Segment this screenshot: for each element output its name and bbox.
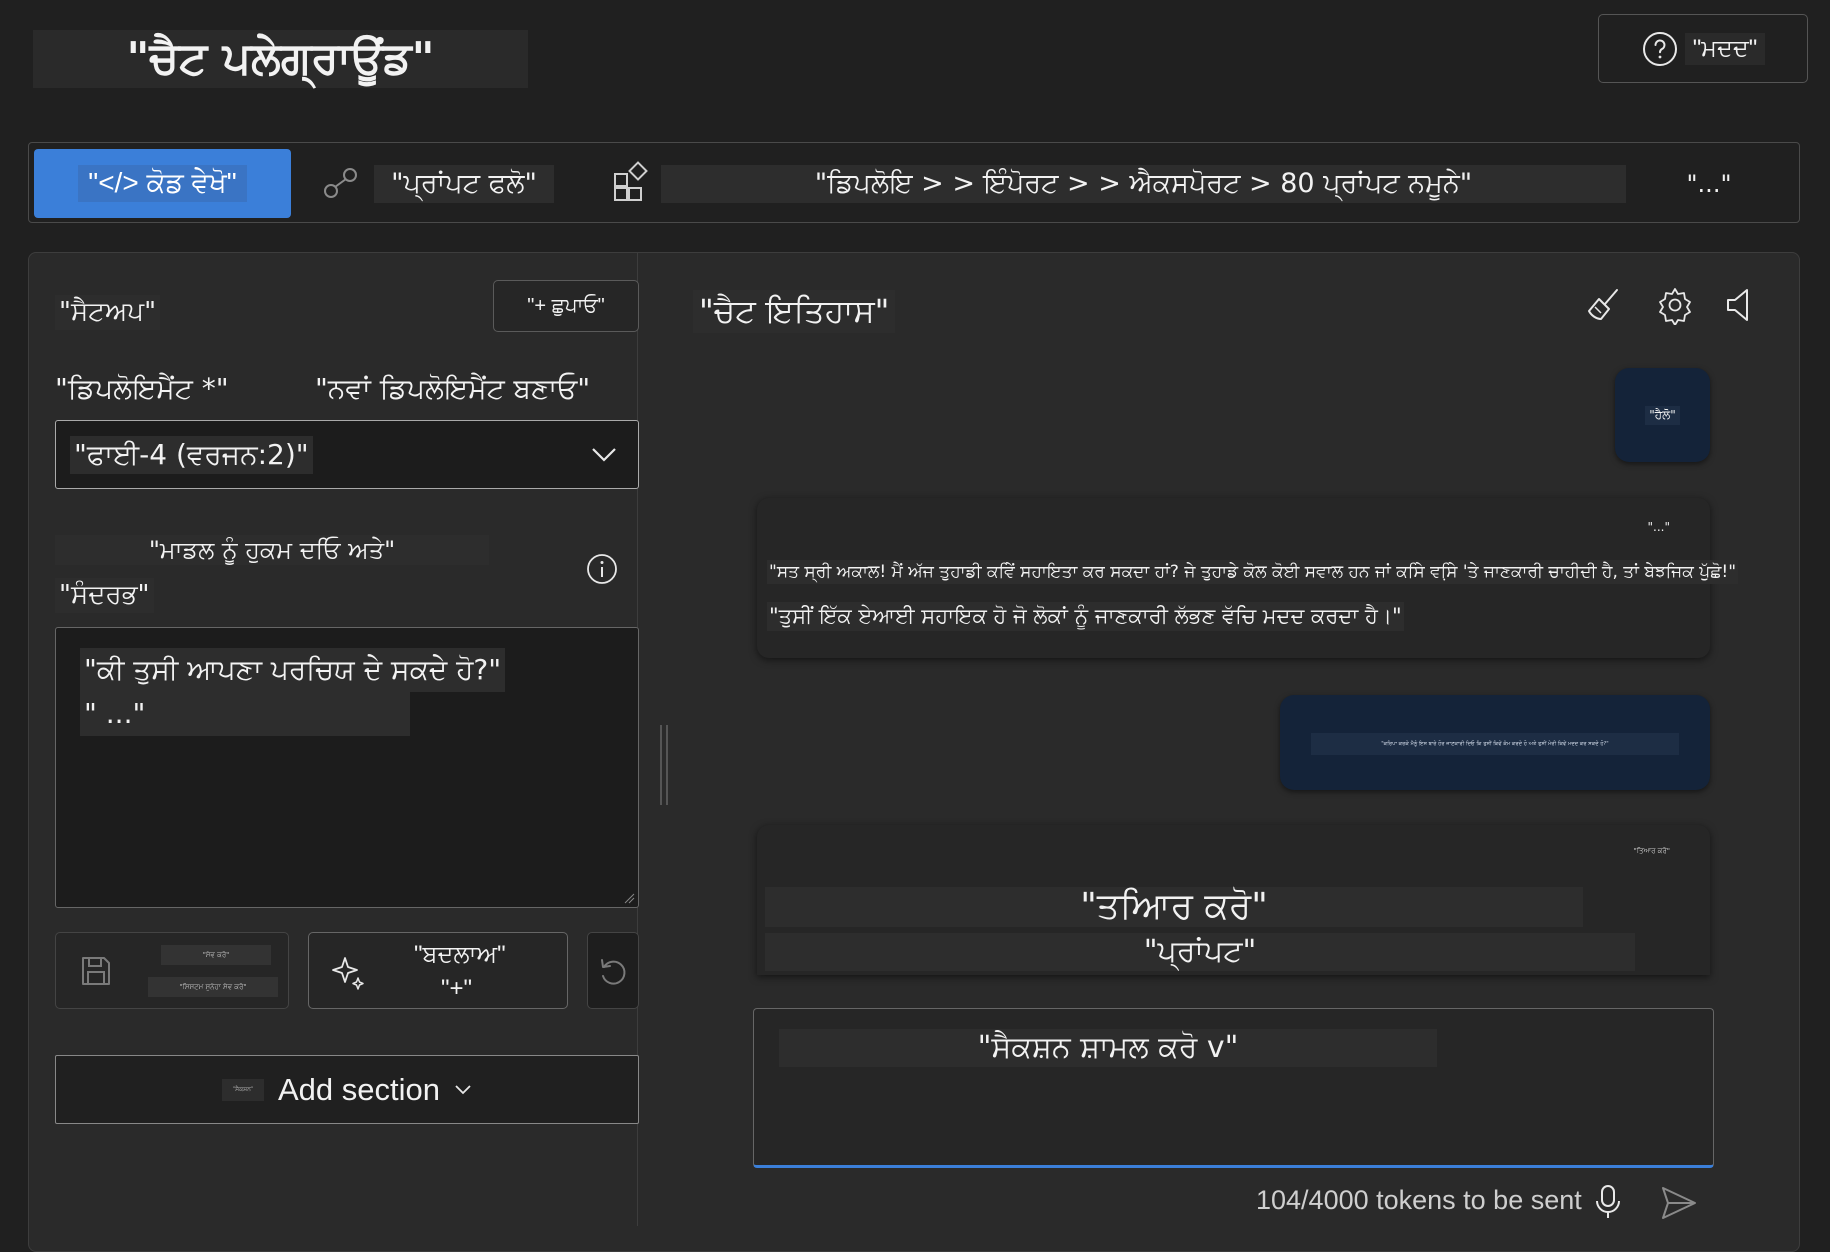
add-section-label: Add section — [278, 1071, 440, 1107]
system-message-line-1: "ਕੀ ਤੁਸੀ ਆਪਣਾ ਪਰਚਿਯ ਦੇ ਸਕਦੇ ਹੋ?" — [80, 648, 506, 692]
broom-icon[interactable] — [1583, 285, 1623, 325]
user-message-text: "ਹੈਲੋ" — [1645, 405, 1680, 425]
assistant-message: "..." "ਸਤ ਸ੍ਰੀ ਅਕਾਲ! ਮੈਂ ਅੱਜ ਤੁਹਾਡੀ ਕਵਿੇ… — [757, 498, 1739, 658]
assistant-message-label: "ਤਿਆਰ ਕਰੋ" — [1633, 847, 1670, 855]
prompt-flow-icon[interactable] — [321, 163, 361, 203]
deployment-value: "ਫਾਈ-4 (ਵਰਜਨ:2)" — [70, 435, 313, 474]
chat-input-placeholder: "ਸੈਕਸ਼ਨ ਸ਼ਾਮਲ ਕਰੋ v" — [779, 1029, 1437, 1067]
change-button[interactable]: "ਬਦਲਾਅ" "+" — [308, 932, 568, 1009]
new-deployment-link[interactable]: "ਨਵਾਂ ਡਿਪਲੋਇਮੈਂਟ ਬਣਾਓ" — [315, 372, 590, 406]
resize-grip-icon[interactable] — [623, 892, 635, 904]
view-code-button[interactable]: "</> ਕੋਡ ਵੇਖੋ" — [34, 149, 291, 218]
hide-setup-button[interactable]: "+ ਛੁਪਾਓ" — [493, 280, 639, 332]
message-more-button[interactable]: "..." — [1648, 520, 1670, 534]
user-message: "ਕਰਿਪਾ ਕਰਕੇ ਮੈਨੂੰ ਇਸ ਬਾਰੇ ਹੋਰ ਜਾਣਕਾਰੀ ਦਿ… — [1280, 695, 1710, 790]
deployment-label: "ਡਿਪਲੋਇਮੈਂਟ *" — [55, 372, 229, 405]
more-button[interactable]: "..." — [1679, 165, 1739, 203]
assistant-message-text: "ਤੁਸੀਂ ਇੱਕ ਏਆਈ ਸਹਾਇਕ ਹੋ ਜੋ ਲੋਕਾਂ ਨੂੰ ਜਾਣ… — [767, 602, 1404, 631]
token-count: 104/4000 tokens to be sent — [1256, 1185, 1582, 1215]
assistant-message-text: "ਪ੍ਰਾਂਪਟ" — [765, 933, 1635, 971]
reset-button[interactable] — [587, 932, 639, 1009]
save-label: "ਸੇਵ ਕਰੋ" — [161, 945, 271, 965]
assistant-message: "ਤਿਆਰ ਕਰੋ" "ਤਆਿਰ ਕਰੋ" "ਪ੍ਰਾਂਪਟ" — [757, 825, 1710, 975]
deploy-breadcrumb[interactable]: "ਡਿਪਲੋਇ > > ਇੰਪੋਰਟ > > ਐਕਸਪੋਰਟ > 80 ਪ੍ਰਾ… — [661, 165, 1626, 203]
system-message-textarea[interactable]: "ਕੀ ਤੁਸੀ ਆਪਣਾ ਪਰਚਿਯ ਦੇ ਸਕਦੇ ਹੋ?" " ..." — [55, 627, 639, 908]
gear-icon[interactable] — [1655, 285, 1695, 325]
speaker-icon[interactable] — [1722, 285, 1760, 325]
help-circle-icon — [1642, 31, 1677, 66]
system-message-line-2: " ..." — [80, 692, 410, 736]
change-label: "ਬਦਲਾਅ" — [414, 941, 506, 968]
sparkle-icon — [332, 957, 364, 990]
save-button[interactable]: "ਸੇਵ ਕਰੋ" "ਸਿਸਟਮ ਸੁਨੇਹਾ ਸੇਵ ਕਰੋ" — [55, 932, 289, 1009]
user-message-text: "ਕਰਿਪਾ ਕਰਕੇ ਮੈਨੂੰ ਇਸ ਬਾਰੇ ਹੋਰ ਜਾਣਕਾਰੀ ਦਿ… — [1311, 733, 1679, 755]
chevron-down-icon — [592, 448, 616, 462]
context-label: "ਸੰਦਰਭ" — [55, 578, 154, 613]
grid-add-icon[interactable] — [610, 161, 654, 205]
deployment-select[interactable]: "ਫਾਈ-4 (ਵਰਜਨ:2)" — [55, 420, 639, 489]
toolbar: "</> ਕੋਡ ਵੇਖੋ" "ਪ੍ਰਾਂਪਟ ਫਲੋ" "ਡਿਪਲੋਇ > >… — [28, 142, 1800, 223]
reset-icon — [601, 959, 626, 985]
add-section-button[interactable]: "ਸੈਕਸ਼ਨ" Add section — [55, 1055, 639, 1124]
assistant-message-text: "ਸਤ ਸ੍ਰੀ ਅਕਾਲ! ਮੈਂ ਅੱਜ ਤੁਹਾਡੀ ਕਵਿੇਂ ਸਹਾਇ… — [767, 560, 1739, 584]
assistant-message-text: "ਤਆਿਰ ਕਰੋ" — [765, 887, 1583, 927]
info-icon[interactable] — [585, 552, 619, 586]
microphone-icon[interactable] — [1593, 1183, 1623, 1221]
instructions-label: "ਮਾਡਲ ਨੂੰ ਹੁਕਮ ਦਓਿ ਅਤੇ" — [55, 535, 489, 565]
save-sublabel: "ਸਿਸਟਮ ਸੁਨੇਹਾ ਸੇਵ ਕਰੋ" — [148, 977, 278, 997]
add-section-prefix: "ਸੈਕਸ਼ਨ" — [222, 1078, 264, 1101]
page-title: "ਚੈਟ ਪਲੇਗ੍ਰਾਊਂਡ" — [33, 30, 528, 88]
send-icon[interactable] — [1660, 1185, 1698, 1221]
setup-title: "ਸੈਟਅਪ" — [55, 295, 161, 330]
chat-history-title: "ਚੈਟ ਇਤਿਹਾਸ" — [693, 290, 896, 333]
help-label: "ਮਦਦ" — [1684, 32, 1766, 65]
help-button[interactable]: "ਮਦਦ" — [1598, 14, 1808, 83]
view-code-label: "</> ਕੋਡ ਵੇਖੋ" — [78, 165, 247, 202]
change-plus-label: "+" — [441, 975, 473, 1002]
chevron-down-icon — [455, 1084, 471, 1094]
user-message: "ਹੈਲੋ" — [1615, 368, 1710, 462]
chat-input[interactable]: "ਸੈਕਸ਼ਨ ਸ਼ਾਮਲ ਕਰੋ v" — [753, 1008, 1714, 1168]
prompt-flow-button[interactable]: "ਪ੍ਰਾਂਪਟ ਫਲੋ" — [374, 165, 554, 203]
resize-handle[interactable] — [660, 725, 668, 805]
save-icon — [82, 957, 110, 985]
